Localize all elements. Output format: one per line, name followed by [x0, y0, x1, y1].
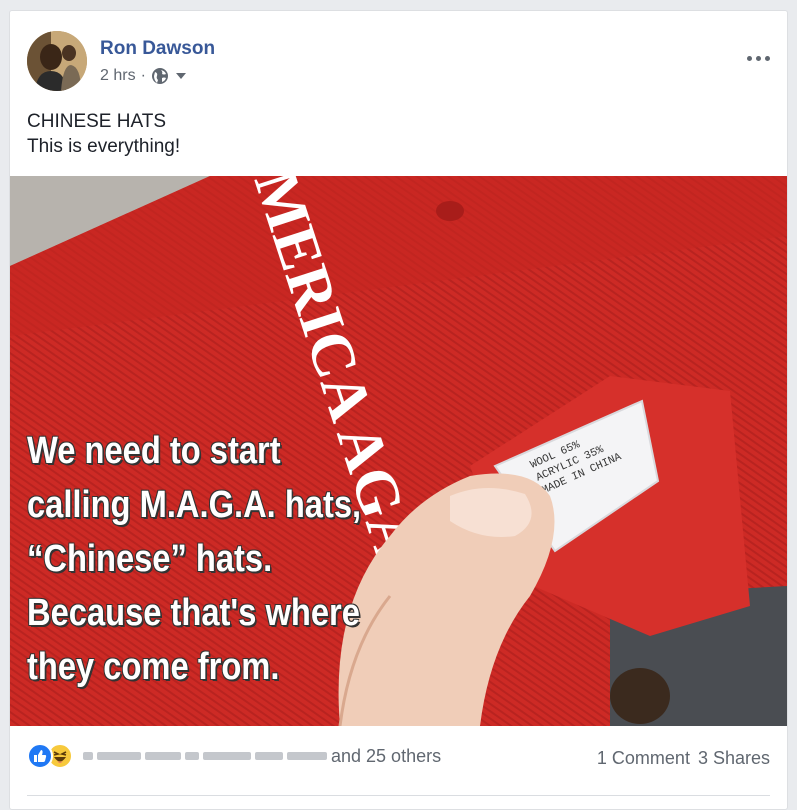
post-text-line: CHINESE HATS: [27, 111, 167, 132]
reactor-names-redacted: [83, 752, 327, 760]
post-text-line: This is everything!: [27, 136, 181, 157]
post-text: CHINESE HATS This is everything!: [27, 109, 180, 159]
post-meta: 2 hrs ·: [100, 67, 186, 85]
post-card: Ron Dawson 2 hrs · CHINESE HATS This is …: [9, 10, 788, 810]
footer-divider: [27, 795, 770, 796]
shares-count[interactable]: 3 Shares: [698, 748, 770, 769]
meme-caption: We need to start calling M.A.G.A. hats, …: [27, 424, 361, 694]
post-photo[interactable]: MERICA AGAIN WOOL 65% ACRYLIC 35% MADE I…: [10, 176, 787, 726]
meta-separator: ·: [140, 67, 146, 84]
comments-count[interactable]: 1 Comment: [597, 748, 690, 769]
meme-line: calling M.A.G.A. hats,: [27, 484, 362, 526]
reactions-summary[interactable]: and 25 others: [27, 743, 441, 769]
meme-line: We need to start: [27, 430, 281, 472]
audience-dropdown-icon[interactable]: [175, 73, 186, 79]
post-footer: and 25 others 1 Comment 3 Shares: [10, 739, 787, 779]
post-header: Ron Dawson 2 hrs ·: [27, 29, 787, 93]
more-options-icon[interactable]: [747, 52, 773, 64]
timestamp[interactable]: 2 hrs: [100, 67, 136, 85]
reactions-others[interactable]: and 25 others: [331, 746, 441, 767]
like-icon: [27, 743, 53, 769]
meme-line: they come from.: [27, 646, 280, 688]
meme-line: “Chinese” hats.: [27, 538, 273, 580]
avatar[interactable]: [27, 31, 87, 91]
globe-icon: [151, 68, 168, 84]
meme-line: Because that's where: [27, 592, 360, 634]
post-stats: 1 Comment 3 Shares: [597, 748, 770, 769]
author-name[interactable]: Ron Dawson: [100, 38, 215, 60]
